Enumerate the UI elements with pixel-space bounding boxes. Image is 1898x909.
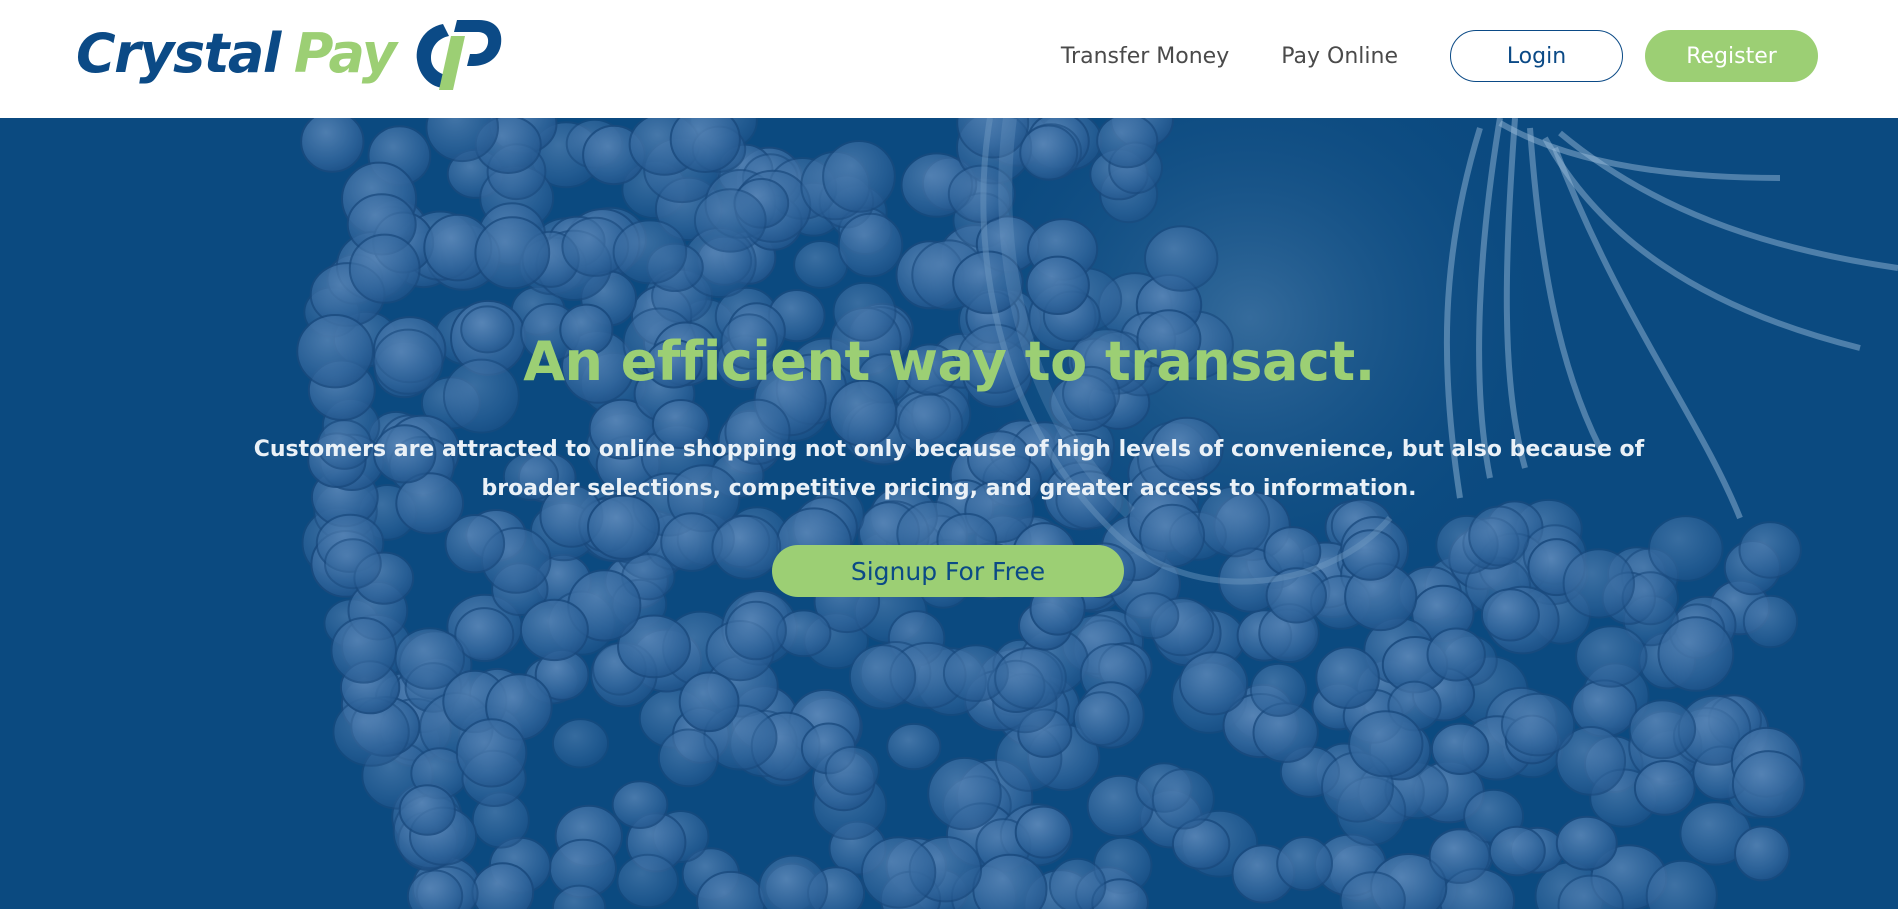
signup-button[interactable]: Signup For Free (772, 545, 1124, 597)
nav-transfer-money[interactable]: Transfer Money (1061, 44, 1229, 69)
nav-pay-online[interactable]: Pay Online (1281, 44, 1398, 69)
logo-cp-icon (417, 20, 502, 90)
hero-description: Customers are attracted to online shoppi… (253, 437, 1645, 501)
page: Crystal Pay Transfer Money Pay Online Lo… (0, 0, 1898, 909)
site-header: Crystal Pay Transfer Money Pay Online Lo… (0, 0, 1898, 118)
hero-section: An efficient way to transact. Customers … (0, 118, 1898, 909)
logo-text-pay: Pay (293, 22, 397, 85)
brand-logo[interactable]: Crystal Pay (76, 14, 503, 94)
hero-title: An efficient way to transact. (523, 330, 1375, 393)
register-button[interactable]: Register (1645, 30, 1818, 82)
hero-content: An efficient way to transact. Customers … (0, 118, 1898, 909)
main-nav: Transfer Money Pay Online Login Register (1061, 28, 1818, 84)
logo-text-crystal: Crystal (76, 22, 281, 85)
login-button[interactable]: Login (1450, 30, 1623, 82)
